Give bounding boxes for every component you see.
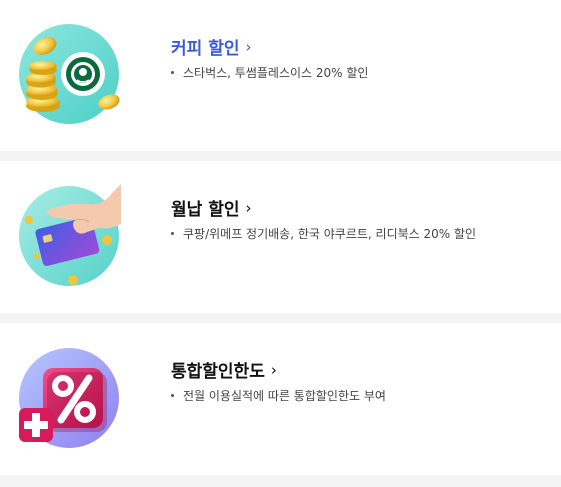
bullet-icon — [171, 71, 174, 74]
hand-card-icon — [17, 184, 121, 288]
coffee-discount-link[interactable]: 커피 할인 › — [171, 34, 252, 60]
title-label: 통합할인한도 — [171, 362, 265, 382]
bullet-icon — [171, 232, 174, 235]
integrated-limit-link[interactable]: 통합할인한도 › — [171, 357, 277, 383]
benefit-card-monthly: 월납 할인 › 쿠팡/위메프 정기배송, 한국 야쿠르트, 리디북스 20% 할… — [0, 161, 561, 313]
benefit-description: 쿠팡/위메프 정기배송, 한국 야쿠르트, 리디북스 20% 할인 — [171, 225, 476, 242]
benefit-card-coffee: 커피 할인 › 스타벅스, 투썸플레스이스 20% 할인 — [0, 0, 561, 151]
percent-plus-icon — [17, 346, 121, 450]
chevron-right-icon: › — [270, 360, 277, 379]
monthly-discount-link[interactable]: 월납 할인 › — [171, 195, 252, 221]
chevron-right-icon: › — [245, 37, 252, 56]
starbucks-coins-icon — [17, 22, 121, 126]
benefit-description: 전월 이용실적에 따른 통합할인한도 부여 — [171, 387, 386, 404]
title-label: 월납 할인 — [171, 200, 240, 220]
benefit-description: 스타벅스, 투썸플레스이스 20% 할인 — [171, 64, 368, 81]
title-label: 커피 할인 — [171, 39, 240, 59]
bullet-icon — [171, 394, 174, 397]
chevron-right-icon: › — [245, 198, 252, 217]
benefit-card-limit: 통합할인한도 › 전월 이용실적에 따른 통합할인한도 부여 — [0, 323, 561, 475]
